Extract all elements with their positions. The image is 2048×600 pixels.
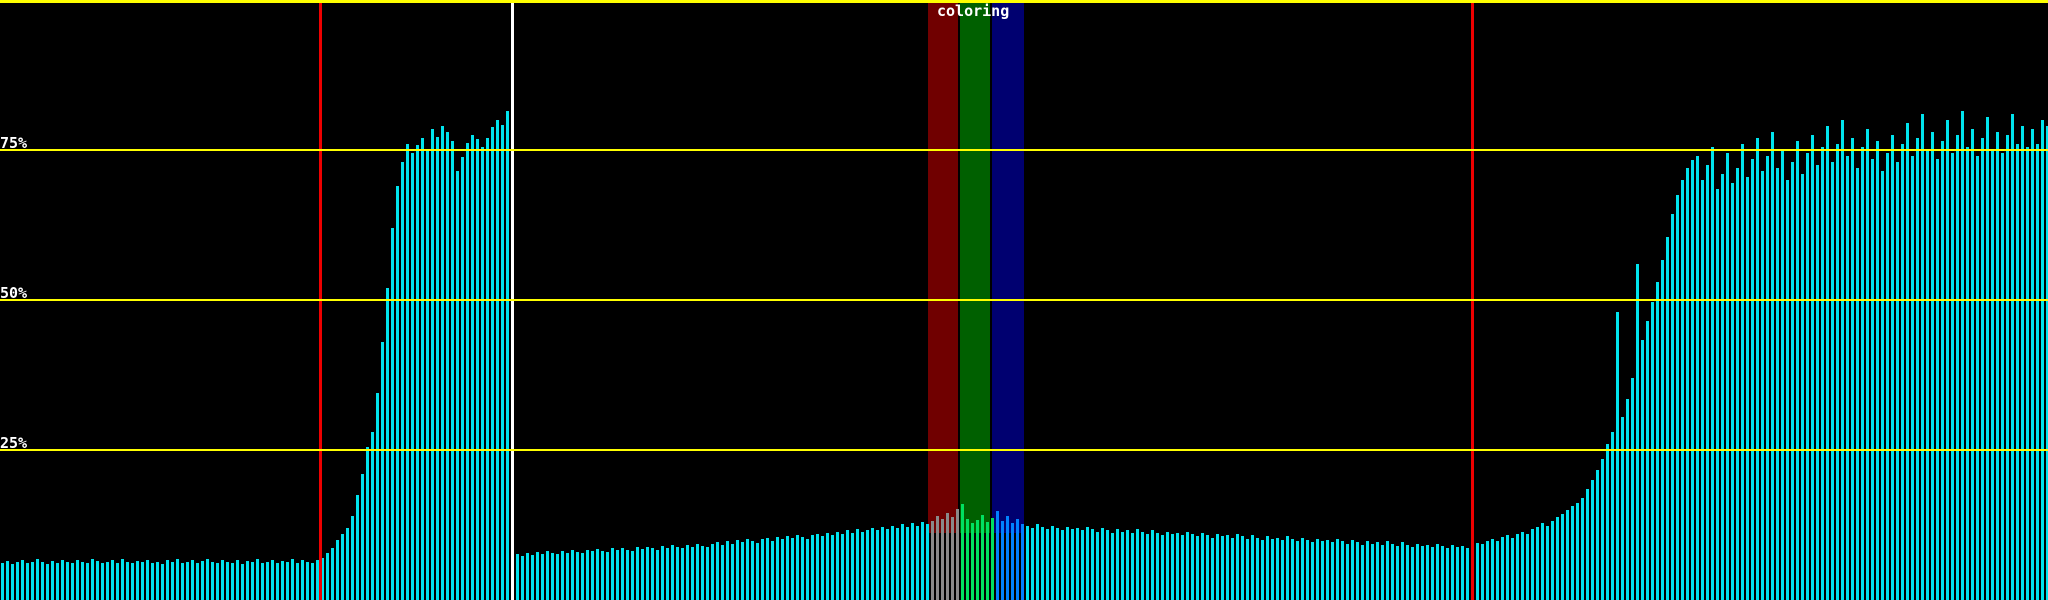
y-axis-label-75: 75%: [0, 134, 28, 152]
histogram-chart: 75% 50% 25% coloring: [0, 0, 2048, 600]
y-axis-label-50: 50%: [0, 284, 28, 302]
gridline-50: [0, 299, 2048, 301]
y-axis-label-25: 25%: [0, 434, 28, 452]
coloring-label: coloring: [937, 2, 1010, 20]
gridlines-layer: [0, 0, 2048, 600]
top-border: [0, 0, 2048, 3]
gridline-75: [0, 149, 2048, 151]
gridline-25: [0, 449, 2048, 451]
